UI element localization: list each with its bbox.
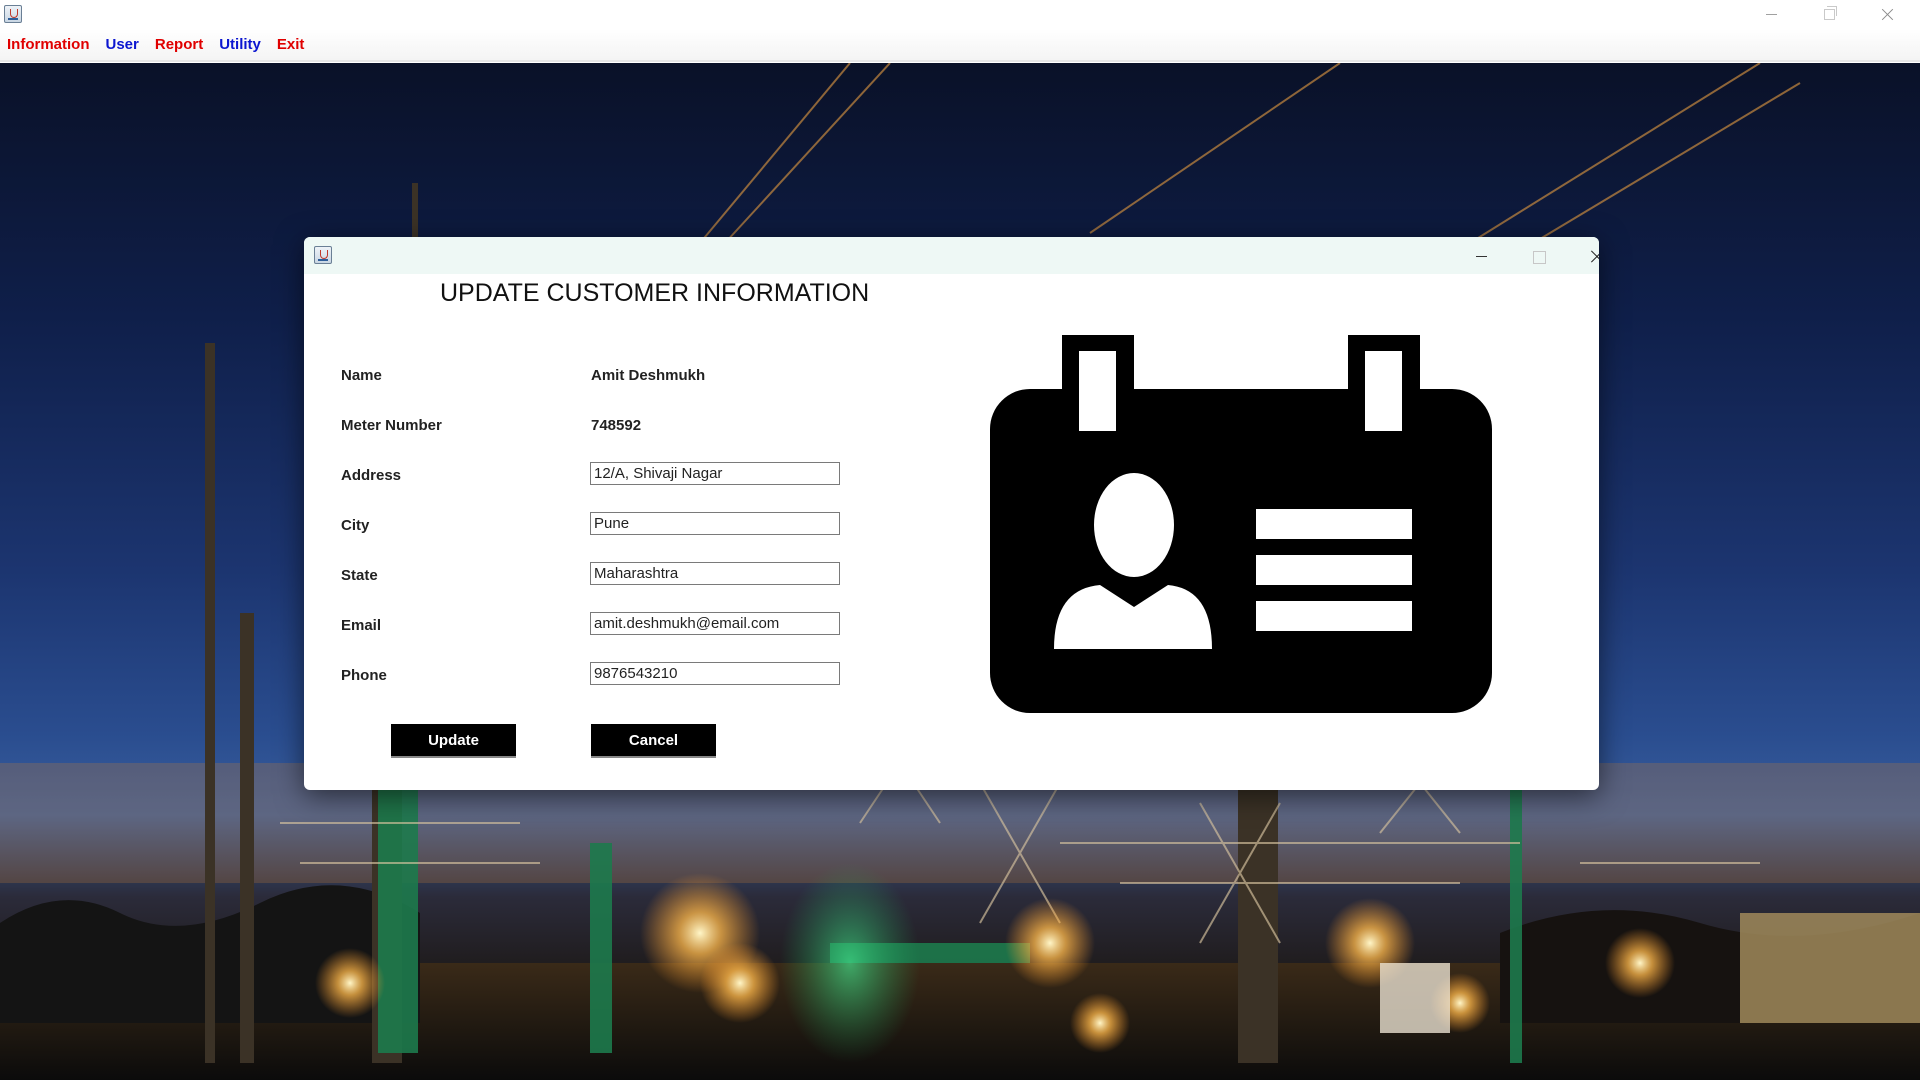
address-input[interactable]	[590, 462, 840, 485]
city-input[interactable]	[590, 512, 840, 535]
email-label: Email	[341, 617, 382, 634]
menu-bar: Information User Report Utility Exit	[0, 29, 1920, 62]
phone-label: Phone	[341, 667, 387, 684]
menu-user[interactable]: User	[106, 36, 139, 53]
city-label: City	[341, 517, 370, 534]
name-value: Amit Deshmukh	[591, 367, 706, 384]
address-label: Address	[341, 467, 402, 484]
id-card-icon	[990, 335, 1492, 713]
name-label: Name	[341, 367, 382, 384]
meter-number-value: 748592	[591, 417, 642, 434]
dialog-minimize-button[interactable]	[1452, 241, 1510, 271]
menu-utility[interactable]: Utility	[219, 36, 261, 53]
menu-exit[interactable]: Exit	[277, 36, 305, 53]
close-button[interactable]	[1858, 0, 1916, 29]
minimize-button[interactable]	[1742, 0, 1800, 29]
update-customer-dialog: UPDATE CUSTOMER INFORMATION Name Amit De…	[304, 237, 1599, 790]
phone-input[interactable]	[590, 662, 840, 685]
main-window: Information User Report Utility Exit UPD…	[0, 0, 1920, 1080]
dialog-title-bar[interactable]	[304, 237, 1599, 274]
menu-report[interactable]: Report	[155, 36, 203, 53]
cancel-button[interactable]: Cancel	[591, 724, 716, 756]
state-input[interactable]	[590, 562, 840, 585]
menu-information[interactable]: Information	[7, 36, 90, 53]
dialog-maximize-button[interactable]	[1509, 241, 1567, 271]
email-input[interactable]	[590, 612, 840, 635]
meter-number-label: Meter Number	[341, 417, 442, 434]
restore-button[interactable]	[1800, 0, 1858, 29]
dialog-heading: UPDATE CUSTOMER INFORMATION	[440, 279, 870, 307]
update-button[interactable]: Update	[391, 724, 516, 756]
java-app-icon	[4, 5, 22, 23]
main-title-bar[interactable]	[0, 0, 1920, 29]
dialog-close-button[interactable]	[1567, 241, 1599, 271]
java-app-icon	[314, 246, 332, 264]
state-label: State	[341, 567, 378, 584]
